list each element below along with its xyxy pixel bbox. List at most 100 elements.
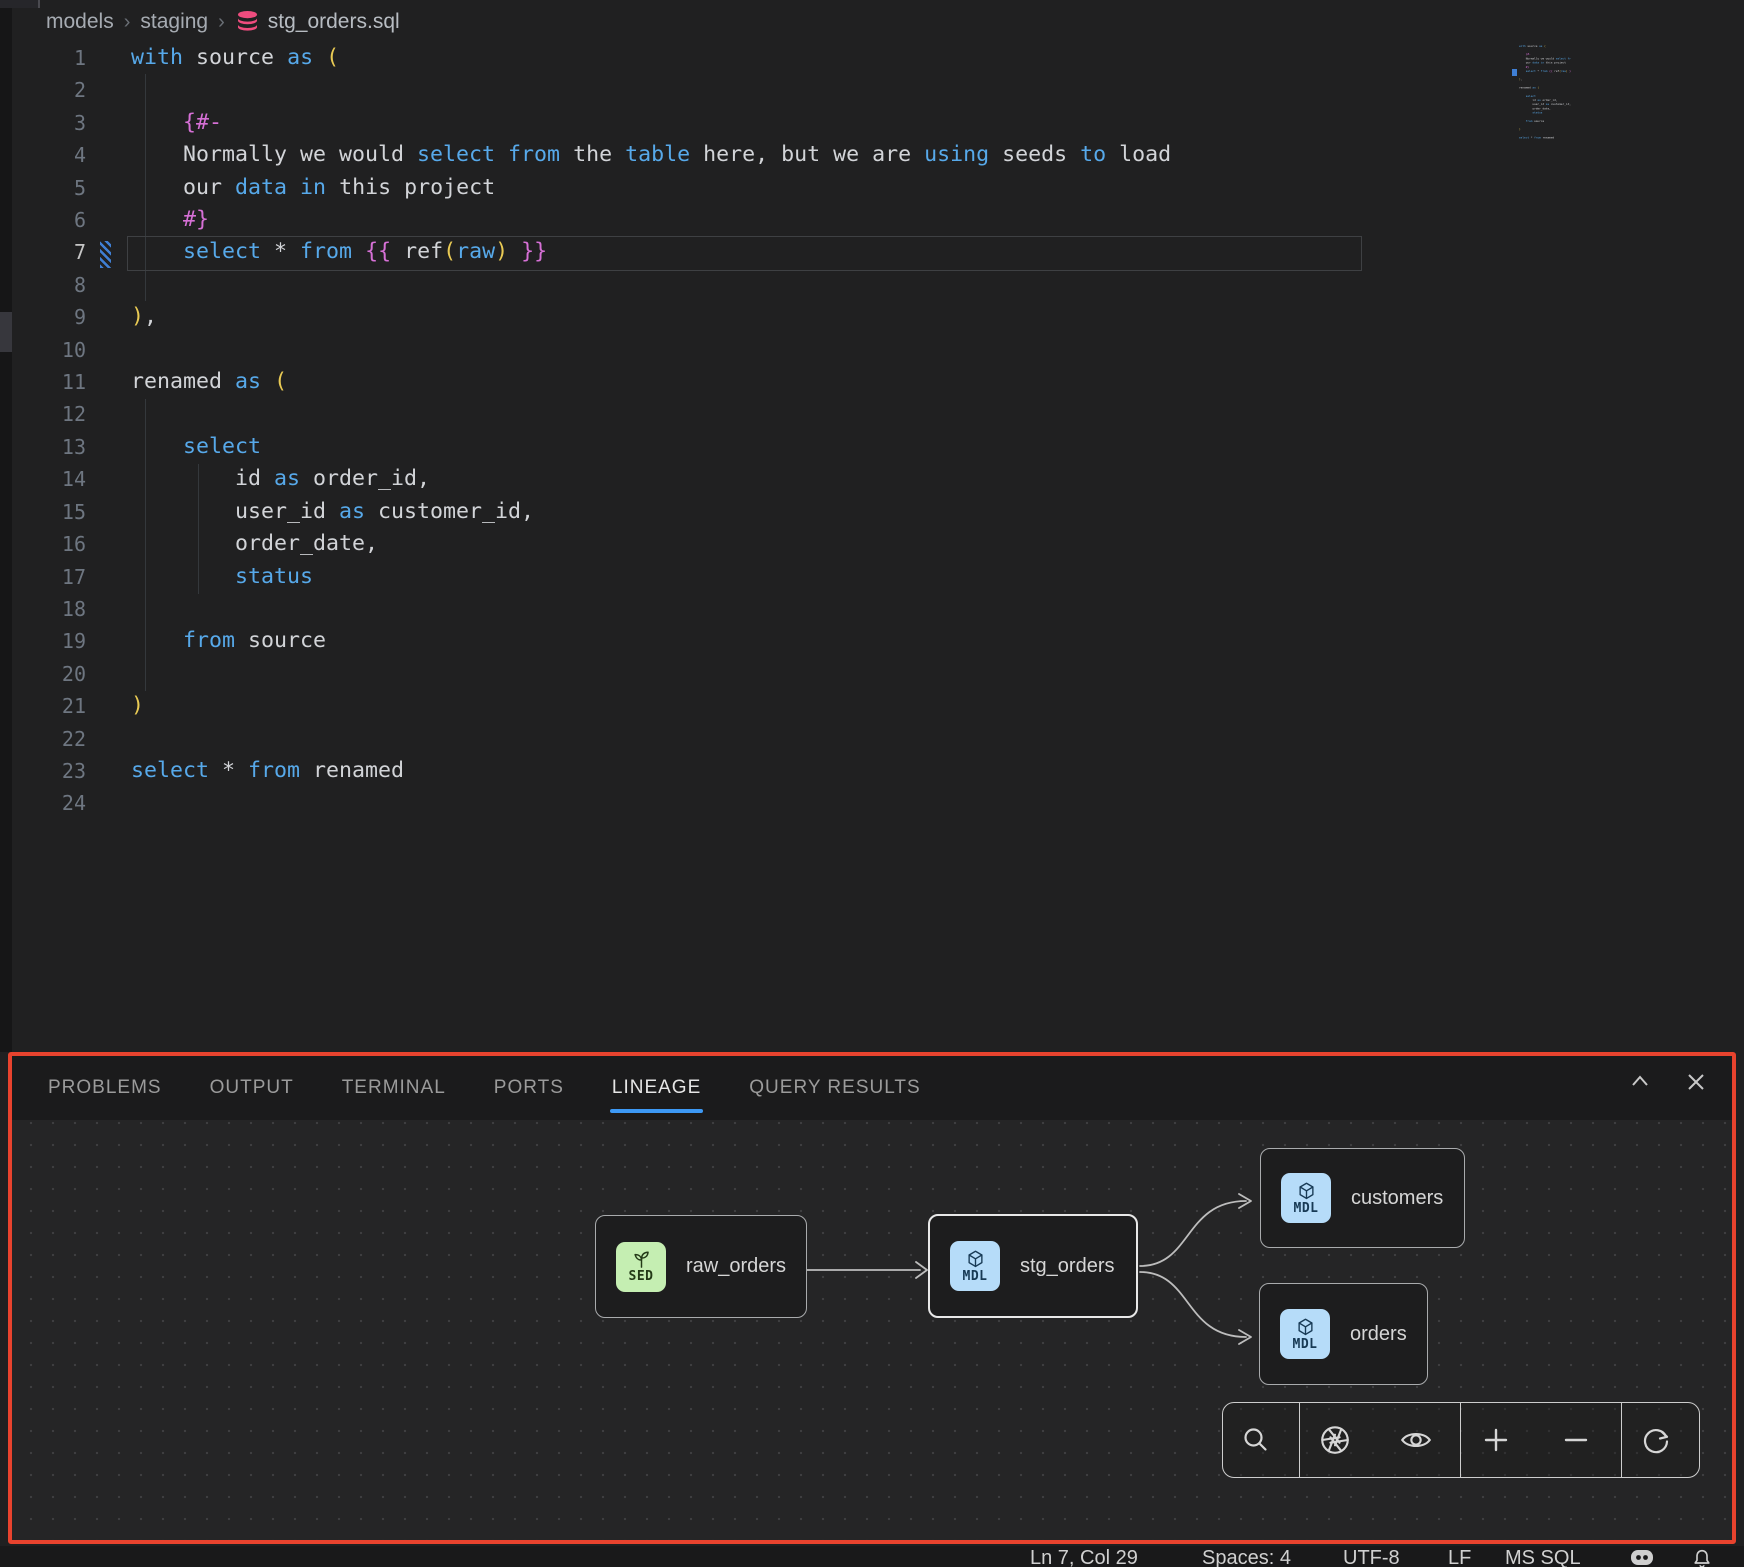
line-number: 10: [12, 334, 86, 366]
breadcrumb-item-file[interactable]: stg_orders.sql: [235, 10, 400, 34]
indent-guide: [198, 464, 199, 594]
chevron-right-icon: ›: [218, 11, 225, 34]
line-number: 17: [12, 561, 86, 593]
line-number: 19: [12, 625, 86, 657]
close-icon[interactable]: [1680, 1066, 1712, 1098]
status-cursor-position[interactable]: Ln 7, Col 29: [1030, 1546, 1138, 1567]
minimap-change-marker: [1512, 69, 1517, 76]
minimap[interactable]: 1with source as (23 {#-4 Normally we wou…: [1519, 44, 1571, 148]
seed-badge: SED: [616, 1242, 666, 1292]
minimap-line: 24: [1519, 140, 1571, 144]
code-line[interactable]: 4 Normally we would select from the tabl…: [12, 139, 1744, 171]
line-number: 20: [12, 658, 86, 690]
code-line[interactable]: 6 #}: [12, 204, 1744, 236]
aperture-icon[interactable]: [1318, 1418, 1362, 1462]
line-number: 4: [12, 139, 86, 171]
line-number: 9: [12, 301, 86, 333]
code-line[interactable]: 5 our data in this project: [12, 172, 1744, 204]
code-line[interactable]: 16 order_date,: [12, 528, 1744, 560]
line-number: 21: [12, 690, 86, 722]
line-number: 12: [12, 398, 86, 430]
vscode-window: models › staging › stg_orders.sql 1with …: [0, 0, 1744, 1567]
code-line[interactable]: 9),: [12, 301, 1744, 333]
current-line-highlight: [127, 236, 1362, 271]
panel-tab-output[interactable]: OUTPUT: [210, 1077, 294, 1099]
breadcrumb-file-name: stg_orders.sql: [268, 10, 400, 34]
left-gutter-strip: [0, 0, 12, 1052]
lineage-node-stg-orders[interactable]: MDL stg_orders: [928, 1214, 1138, 1318]
code-line[interactable]: 14 id as order_id,: [12, 463, 1744, 495]
code-line[interactable]: 21): [12, 690, 1744, 722]
code-line[interactable]: 17 status: [12, 561, 1744, 593]
node-label: customers: [1351, 1187, 1443, 1210]
indent-guide: [145, 399, 146, 691]
code-line[interactable]: 2: [12, 74, 1744, 106]
code-line[interactable]: 11renamed as (: [12, 366, 1744, 398]
code-line[interactable]: 13 select: [12, 431, 1744, 463]
status-indentation[interactable]: Spaces: 4: [1202, 1546, 1291, 1567]
line-number: 22: [12, 723, 86, 755]
panel-tab-lineage[interactable]: LINEAGE: [612, 1077, 701, 1099]
node-label: stg_orders: [1020, 1255, 1115, 1278]
line-number: 16: [12, 528, 86, 560]
code-line[interactable]: 24: [12, 787, 1744, 819]
code-line[interactable]: 20: [12, 658, 1744, 690]
lineage-toolbar: [1222, 1402, 1700, 1478]
search-icon[interactable]: [1239, 1418, 1283, 1462]
code-editor[interactable]: 1with source as (23 {#-4 Normally we wou…: [12, 42, 1744, 1052]
model-badge: MDL: [1281, 1173, 1331, 1223]
chevron-up-icon[interactable]: [1624, 1066, 1656, 1098]
badge-label: SED: [629, 1269, 654, 1284]
lineage-node-raw-orders[interactable]: SED raw_orders: [595, 1215, 807, 1318]
refresh-icon[interactable]: [1639, 1418, 1683, 1462]
lineage-node-orders[interactable]: MDL orders: [1259, 1283, 1428, 1385]
breadcrumb-item-models[interactable]: models: [46, 10, 114, 34]
badge-label: MDL: [963, 1269, 988, 1284]
line-number: 8: [12, 269, 86, 301]
panel-tab-query-results[interactable]: QUERY RESULTS: [749, 1077, 920, 1099]
status-bar: Ln 7, Col 29 Spaces: 4 UTF-8 LF MS SQL: [0, 1546, 1744, 1567]
code-line[interactable]: 18: [12, 593, 1744, 625]
eye-icon[interactable]: [1398, 1418, 1442, 1462]
copilot-icon[interactable]: [1628, 1548, 1656, 1567]
line-number: 18: [12, 593, 86, 625]
breadcrumb: models › staging › stg_orders.sql: [12, 0, 1744, 44]
minimap-line: 7 select * from {{ ref(raw) }}: [1519, 69, 1571, 73]
cube-icon: [965, 1249, 986, 1269]
panel-tab-terminal[interactable]: TERMINAL: [342, 1077, 446, 1099]
node-label: orders: [1350, 1323, 1407, 1346]
line-number: 5: [12, 172, 86, 204]
code-line[interactable]: 12: [12, 398, 1744, 430]
panel-tab-ports[interactable]: PORTS: [494, 1077, 564, 1099]
status-language-mode[interactable]: MS SQL: [1505, 1546, 1581, 1567]
node-label: raw_orders: [686, 1255, 786, 1278]
minimap-code: 1with source as (23 {#-4 Normally we wou…: [1519, 44, 1571, 144]
breadcrumb-item-staging[interactable]: staging: [140, 10, 208, 34]
code-line[interactable]: 10: [12, 334, 1744, 366]
code-line[interactable]: 3 {#-: [12, 107, 1744, 139]
zoom-in-icon[interactable]: [1479, 1418, 1523, 1462]
status-eol[interactable]: LF: [1448, 1546, 1471, 1567]
code-line[interactable]: 22: [12, 723, 1744, 755]
left-scrollbar-thumb[interactable]: [0, 312, 12, 352]
code-line[interactable]: 19 from source: [12, 625, 1744, 657]
badge-label: MDL: [1294, 1201, 1319, 1216]
code-line[interactable]: 23select * from renamed: [12, 755, 1744, 787]
modified-line-gutter-marker: [100, 241, 111, 268]
lineage-node-customers[interactable]: MDL customers: [1260, 1148, 1465, 1248]
zoom-out-icon[interactable]: [1559, 1418, 1603, 1462]
code-line[interactable]: 1with source as (: [12, 42, 1744, 74]
bell-icon[interactable]: [1690, 1548, 1714, 1567]
panel-tab-problems[interactable]: PROBLEMS: [48, 1077, 162, 1099]
code-line[interactable]: 8: [12, 269, 1744, 301]
code-line[interactable]: 15 user_id as customer_id,: [12, 496, 1744, 528]
line-number: 14: [12, 463, 86, 495]
seedling-icon: [631, 1249, 652, 1269]
database-icon: [235, 10, 260, 34]
line-number: 7: [12, 236, 86, 268]
badge-label: MDL: [1293, 1337, 1318, 1352]
line-number: 11: [12, 366, 86, 398]
status-encoding[interactable]: UTF-8: [1343, 1546, 1400, 1567]
line-number: 3: [12, 107, 86, 139]
code-lines: 1with source as (23 {#-4 Normally we wou…: [12, 42, 1744, 820]
